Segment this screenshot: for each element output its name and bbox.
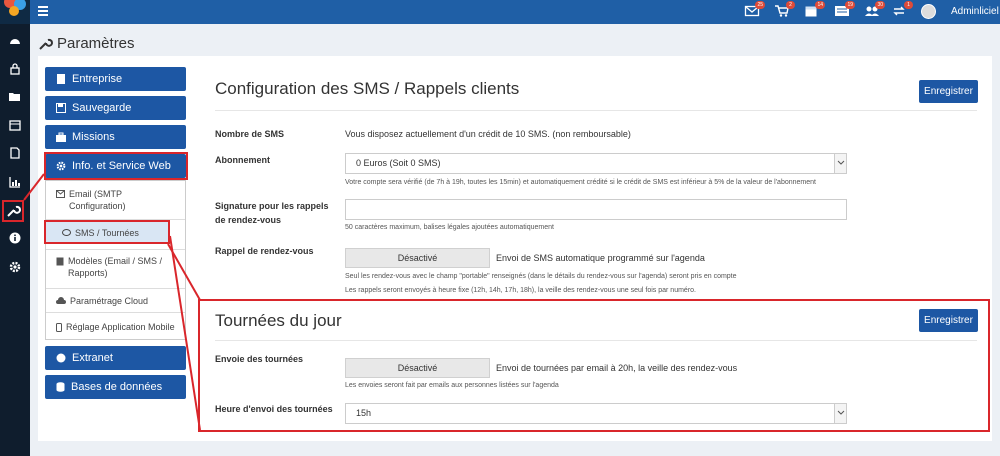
envoi-tournees-toggle[interactable]: Désactivé xyxy=(345,358,490,378)
envoi-toggle-label: Désactivé xyxy=(397,363,438,373)
nav-bdd-label: Bases de données xyxy=(71,381,163,393)
messages-icon[interactable]: 25 xyxy=(744,1,765,19)
submenu-email[interactable]: Email (SMTP Configuration) xyxy=(46,188,185,212)
top-navbar: 25 2 14 19 30 1 Adminliciel xyxy=(0,0,1000,24)
tasks-icon[interactable]: 19 xyxy=(835,1,855,19)
submenu-email-label: Email (SMTP Configuration) xyxy=(69,189,126,211)
submenu-sms-inner: SMS / Tournées xyxy=(52,227,191,239)
chart-icon[interactable] xyxy=(6,174,24,192)
cart-badge: 2 xyxy=(786,1,795,9)
page-title: Paramètres xyxy=(38,35,135,52)
nav-active-highlight xyxy=(44,152,188,180)
signature-input[interactable] xyxy=(345,199,847,220)
envoi-tournees-label: Envoie des tournées xyxy=(215,354,304,364)
divider xyxy=(46,312,185,313)
heure-envoi-label: Heure d'envoi des tournées xyxy=(215,404,333,414)
submenu-sms-label: SMS / Tournées xyxy=(75,228,139,238)
info-icon[interactable] xyxy=(6,230,24,248)
tasks-badge: 19 xyxy=(845,1,855,9)
gear-icon[interactable] xyxy=(6,259,24,277)
cloud-icon xyxy=(56,297,66,304)
menu-toggle-icon[interactable] xyxy=(38,6,48,16)
save-button[interactable]: Enregistrer xyxy=(919,309,978,332)
nav-entreprise-label: Entreprise xyxy=(72,73,123,85)
nav-sauvegarde[interactable]: Sauvegarde xyxy=(45,96,186,120)
rappel-label: Rappel de rendez-vous xyxy=(215,246,314,256)
sms-section-title: Configuration des SMS / Rappels clients xyxy=(215,79,520,98)
divider xyxy=(46,249,185,250)
rappel-desc: Envoi de SMS automatique programmé sur l… xyxy=(496,253,705,263)
nav-entreprise[interactable]: Entreprise xyxy=(45,67,186,91)
envelope-icon xyxy=(56,190,65,198)
calendar-icon[interactable] xyxy=(6,117,24,135)
save-icon xyxy=(56,103,66,113)
submenu-cloud[interactable]: Paramétrage Cloud xyxy=(46,295,185,307)
submenu-modeles[interactable]: Modèles (Email / SMS / Rapports) xyxy=(46,255,185,279)
wrench-icon[interactable] xyxy=(2,200,24,222)
divider xyxy=(215,110,977,111)
save-button[interactable]: Enregistrer xyxy=(919,80,978,103)
nb-sms-label: Nombre de SMS xyxy=(215,129,285,139)
chevron-down-icon[interactable] xyxy=(834,404,846,423)
users-badge: 30 xyxy=(875,1,885,9)
tournees-section-title: Tournées du jour xyxy=(215,311,342,330)
nav-missions[interactable]: Missions xyxy=(45,125,186,149)
dashboard-icon[interactable] xyxy=(6,33,24,51)
nav-bases-de-donnees[interactable]: Bases de données xyxy=(45,375,186,399)
envoi-tournees-help: Les envoies seront fait par emails aux p… xyxy=(345,382,559,389)
abonnement-help: Votre compte sera vérifié (de 7h à 19h, … xyxy=(345,179,816,186)
avatar[interactable] xyxy=(921,4,936,19)
submenu-mobile-label: Réglage Application Mobile xyxy=(66,322,175,332)
nav-extranet-label: Extranet xyxy=(72,352,113,364)
submenu-cloud-label: Paramétrage Cloud xyxy=(70,296,149,306)
submenu: Email (SMTP Configuration) Modèles (Emai… xyxy=(45,180,186,340)
users-icon[interactable]: 30 xyxy=(865,1,885,19)
heure-envoi-select[interactable]: 15h xyxy=(345,403,847,424)
divider xyxy=(46,288,185,289)
app-logo[interactable] xyxy=(0,0,30,24)
nb-sms-value: Vous disposez actuellement d'un crédit d… xyxy=(345,129,631,139)
abonnement-value: 0 Euros (Soit 0 SMS) xyxy=(356,158,441,168)
envoi-tournees-desc: Envoi de tournées par email à 20h, la ve… xyxy=(496,363,738,373)
page-title-text: Paramètres xyxy=(57,35,135,52)
submenu-mobile[interactable]: Réglage Application Mobile xyxy=(46,321,185,333)
rappel-toggle[interactable]: Désactivé xyxy=(345,248,490,268)
signature-help: 50 caractères maximum, balises légales a… xyxy=(345,224,554,231)
messages-badge: 25 xyxy=(755,1,765,9)
submenu-sms[interactable]: SMS / Tournées xyxy=(44,220,170,244)
pdf-icon[interactable] xyxy=(6,145,24,163)
signature-label: Signature pour les rappels de rendez-vou… xyxy=(215,201,329,225)
calendar-icon[interactable]: 14 xyxy=(805,1,825,19)
lock-icon[interactable] xyxy=(6,61,24,79)
rappel-help-1: Seul les rendez-vous avec le champ "port… xyxy=(345,273,737,280)
username[interactable]: Adminliciel xyxy=(951,6,999,17)
icon-sidebar xyxy=(0,24,30,456)
mobile-icon xyxy=(56,323,62,332)
chat-icon xyxy=(62,229,71,236)
database-icon xyxy=(56,382,65,392)
heure-envoi-value: 15h xyxy=(356,408,372,418)
nav-extranet[interactable]: Extranet xyxy=(45,346,186,370)
nav-missions-label: Missions xyxy=(72,131,115,143)
wrench-icon xyxy=(39,38,53,50)
abonnement-label: Abonnement xyxy=(215,155,270,165)
nav-sauvegarde-label: Sauvegarde xyxy=(72,102,132,114)
globe-icon xyxy=(56,353,66,363)
abonnement-select[interactable]: 0 Euros (Soit 0 SMS) xyxy=(345,153,847,174)
document-icon xyxy=(56,257,64,266)
calendar-badge: 14 xyxy=(815,1,825,9)
chevron-down-icon[interactable] xyxy=(834,154,846,173)
transfer-badge: 1 xyxy=(904,1,913,9)
folder-icon[interactable] xyxy=(6,89,24,107)
cart-icon[interactable]: 2 xyxy=(775,1,795,19)
rappel-toggle-label: Désactivé xyxy=(397,253,438,263)
briefcase-icon xyxy=(56,132,66,142)
rappel-help-2: Les rappels seront envoyés à heure fixe … xyxy=(345,287,696,294)
transfer-icon[interactable]: 1 xyxy=(893,1,913,19)
divider xyxy=(215,340,977,341)
building-icon xyxy=(57,74,65,84)
submenu-modeles-label: Modèles (Email / SMS / Rapports) xyxy=(68,256,163,278)
